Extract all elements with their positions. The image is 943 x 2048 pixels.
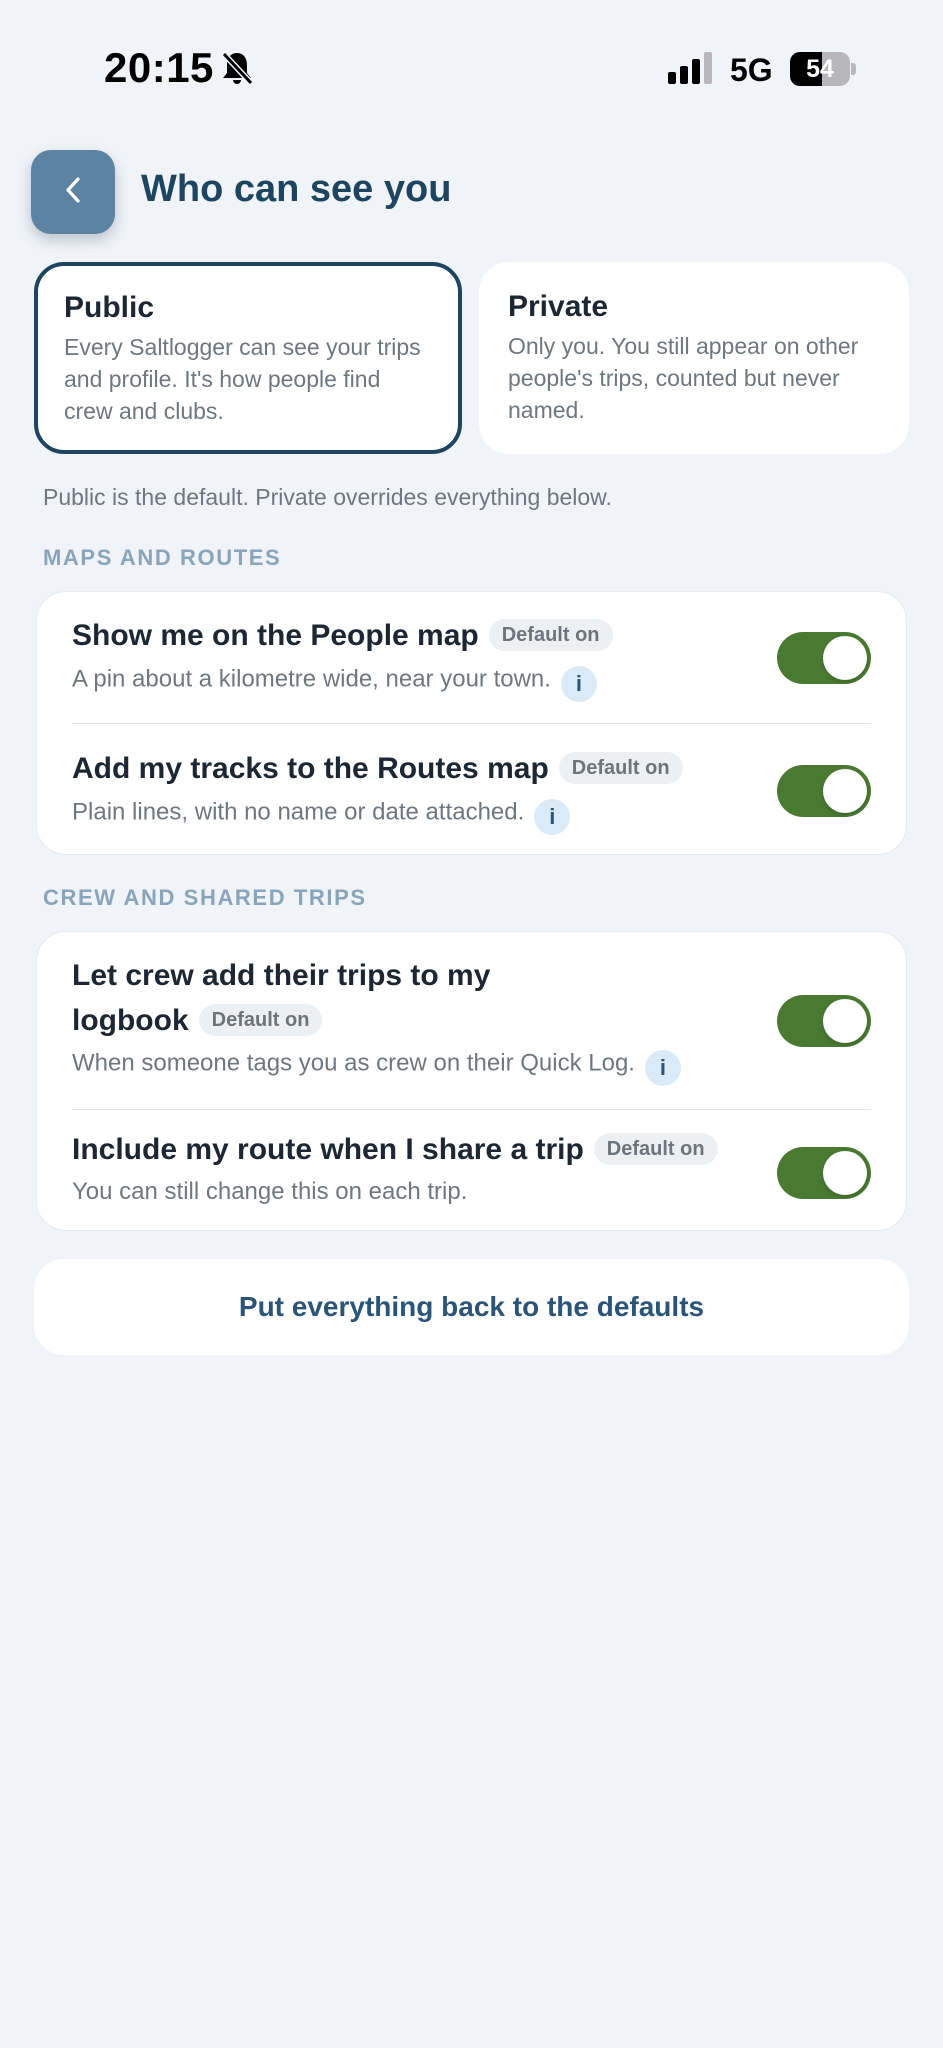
toggle-knob xyxy=(823,769,867,813)
bell-slash-icon xyxy=(220,50,254,86)
battery-text: 54 xyxy=(806,55,834,83)
visibility-note: Public is the default. Private overrides… xyxy=(43,484,612,510)
default-badge: Default on xyxy=(198,1004,323,1037)
setting-row-routes-map: Add my tracks to the Routes map Default o… xyxy=(72,724,871,856)
status-bar: 20:15 5G 54 xyxy=(0,0,943,140)
setting-title: Show me on the People map xyxy=(72,619,479,652)
battery-icon: 54 xyxy=(790,52,856,86)
visibility-option-title: Private xyxy=(508,290,609,323)
toggle-knob xyxy=(823,999,867,1043)
signal-icon xyxy=(668,52,716,84)
setting-row-crew-logbook: Let crew add their trips to my logbook De… xyxy=(72,932,871,1109)
toggle-knob xyxy=(823,1151,867,1195)
setting-title: Let crew add their trips to my xyxy=(72,959,491,992)
setting-title-continued: logbook xyxy=(72,1004,189,1037)
status-time: 20:15 xyxy=(104,44,214,91)
info-icon[interactable]: i xyxy=(560,666,597,702)
info-icon[interactable]: i xyxy=(644,1050,681,1086)
setting-description: When someone tags you as crew on their Q… xyxy=(72,1049,635,1077)
setting-title: Include my route when I share a trip xyxy=(72,1133,584,1166)
setting-description: You can still change this on each trip. xyxy=(72,1178,468,1205)
setting-description: Plain lines, with no name or date attach… xyxy=(72,798,525,826)
section-label-maps: MAPS AND ROUTES xyxy=(43,545,282,570)
default-badge: Default on xyxy=(593,1133,718,1166)
back-button[interactable] xyxy=(31,150,115,234)
chevron-left-icon xyxy=(62,175,84,210)
visibility-option-title: Public xyxy=(64,291,155,324)
crew-logbook-toggle[interactable] xyxy=(777,995,871,1047)
setting-title: Add my tracks to the Routes map xyxy=(72,752,549,785)
default-badge: Default on xyxy=(488,619,613,652)
setting-row-share-route: Include my route when I share a trip Defa… xyxy=(72,1110,871,1232)
network-label: 5G xyxy=(730,52,773,88)
people-map-toggle[interactable] xyxy=(777,632,871,684)
visibility-option-private[interactable]: Private Only you. You still appear on ot… xyxy=(479,262,909,454)
visibility-option-description: Every Saltlogger can see your trips and … xyxy=(64,334,421,424)
setting-description: A pin about a kilometre wide, near your … xyxy=(72,665,551,693)
reset-defaults-button[interactable]: Put everything back to the defaults xyxy=(34,1259,909,1355)
visibility-option-description: Only you. You still appear on other peop… xyxy=(508,333,859,423)
page-title: Who can see you xyxy=(141,168,452,210)
settings-card-crew: Let crew add their trips to my logbook De… xyxy=(36,931,907,1231)
default-badge: Default on xyxy=(558,752,683,785)
toggle-knob xyxy=(823,636,867,680)
settings-card-maps: Show me on the People map Default on A pi… xyxy=(36,591,907,855)
visibility-option-public[interactable]: Public Every Saltlogger can see your tri… xyxy=(34,262,462,454)
share-route-toggle[interactable] xyxy=(777,1147,871,1199)
routes-map-toggle[interactable] xyxy=(777,765,871,817)
section-label-crew: CREW AND SHARED TRIPS xyxy=(43,885,367,910)
info-icon[interactable]: i xyxy=(534,799,571,835)
setting-row-people-map: Show me on the People map Default on A pi… xyxy=(72,592,871,724)
